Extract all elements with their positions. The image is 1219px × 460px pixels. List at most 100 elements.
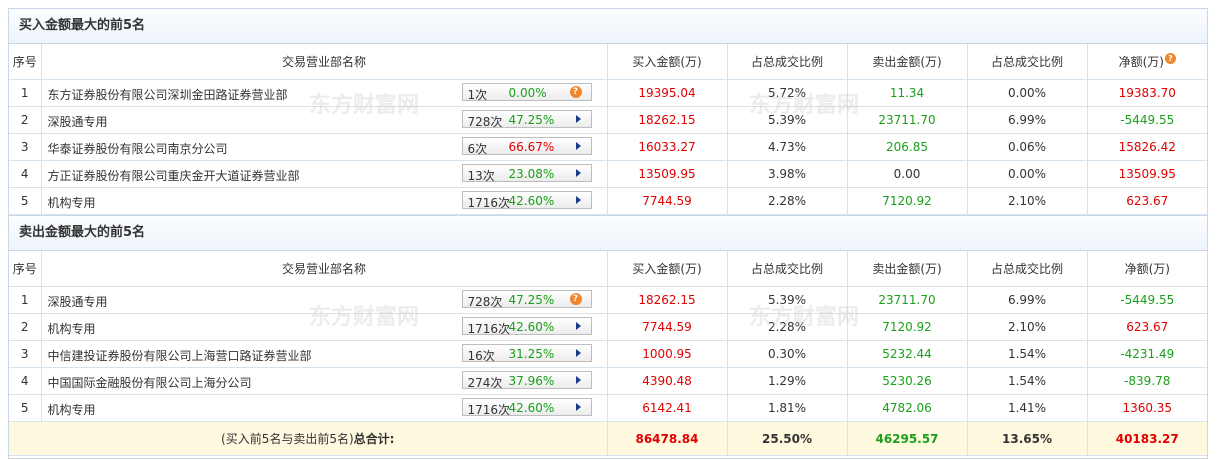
header-sell-ratio: 占总成交比例: [967, 44, 1088, 80]
buy-amount: 1000.95: [607, 340, 728, 368]
sell-table: 序号 交易营业部名称 买入金额(万) 占总成交比例 卖出金额(万) 占总成交比例…: [9, 251, 1207, 456]
buy-ratio: 0.30%: [727, 340, 848, 368]
header-name: 交易营业部名称: [41, 251, 608, 287]
win-rate: 31.25%: [508, 347, 555, 361]
right-arrow-icon[interactable]: [575, 115, 581, 123]
row-index: 2: [9, 313, 42, 341]
branch-name[interactable]: 方正证券股份有限公司重庆金开大道证券营业部: [48, 167, 300, 184]
table-row: 3 中信建投证券股份有限公司上海营口路证券营业部 16次 31.25% 1000.95 0…: [9, 340, 1207, 368]
buy-amount: 19395.04: [607, 79, 728, 107]
count-dropdown[interactable]: 1次 0.00%?: [461, 83, 592, 102]
buy-amount: 7744.59: [607, 313, 728, 341]
buy-ratio: 1.29%: [727, 367, 848, 395]
sell-amount: 5232.44: [847, 340, 968, 368]
total-net: 40183.27: [1087, 421, 1207, 456]
right-arrow-icon[interactable]: [575, 349, 581, 357]
win-rate: 23.08%: [508, 167, 555, 181]
dragon-tiger-panel: 东方财富网 东方财富网 东方财富网 东方财富网 买入金额最大的前5名 序号 交易…: [8, 8, 1208, 459]
net-amount: 15826.42: [1087, 133, 1207, 161]
branch-cell: 深股通专用 728次 47.25%?: [41, 286, 608, 314]
buy-section-title: 买入金额最大的前5名: [9, 9, 1207, 44]
branch-cell: 中信建投证券股份有限公司上海营口路证券营业部 16次 31.25%: [41, 340, 608, 368]
row-index: 5: [9, 394, 42, 422]
sell-ratio: 0.06%: [967, 133, 1088, 161]
total-buy: 86478.84: [607, 421, 728, 456]
buy-ratio: 5.72%: [727, 79, 848, 107]
branch-name[interactable]: 深股通专用: [48, 113, 108, 130]
count-dropdown[interactable]: 16次 31.25%: [461, 344, 592, 363]
buy-amount: 6142.41: [607, 394, 728, 422]
right-arrow-icon[interactable]: [575, 196, 581, 204]
count-dropdown[interactable]: 13次 23.08%: [461, 164, 592, 183]
count-label: 6次: [467, 142, 488, 156]
count-label: 13次: [467, 169, 495, 183]
count-label: 728次: [467, 115, 503, 129]
count-dropdown[interactable]: 1716次 42.60%: [461, 398, 592, 417]
table-row: 1 深股通专用 728次 47.25%? 18262.15 5.39% 23711.70 6.…: [9, 286, 1207, 314]
net-amount: 13509.95: [1087, 160, 1207, 188]
question-icon[interactable]: ?: [569, 86, 582, 98]
net-amount: 1360.35: [1087, 394, 1207, 422]
count-dropdown[interactable]: 728次 47.25%?: [461, 290, 592, 309]
header-net: 净额(万)?: [1087, 44, 1207, 80]
sell-amount: 4782.06: [847, 394, 968, 422]
branch-name[interactable]: 机构专用: [48, 194, 96, 211]
buy-amount: 7744.59: [607, 187, 728, 215]
row-index: 5: [9, 187, 42, 215]
branch-name[interactable]: 深股通专用: [48, 293, 108, 310]
header-buy-ratio: 占总成交比例: [727, 251, 848, 287]
net-amount: -839.78: [1087, 367, 1207, 395]
row-index: 4: [9, 367, 42, 395]
header-sell-ratio: 占总成交比例: [967, 251, 1088, 287]
count-dropdown[interactable]: 274次 37.96%: [461, 371, 592, 390]
total-sell-ratio: 13.65%: [967, 421, 1088, 456]
header-buy-ratio: 占总成交比例: [727, 44, 848, 80]
buy-ratio: 4.73%: [727, 133, 848, 161]
right-arrow-icon[interactable]: [575, 169, 581, 177]
sell-amount: 0.00: [847, 160, 968, 188]
buy-amount: 18262.15: [607, 286, 728, 314]
sell-ratio: 2.10%: [967, 313, 1088, 341]
row-index: 2: [9, 106, 42, 134]
table-header-row: 序号 交易营业部名称 买入金额(万) 占总成交比例 卖出金额(万) 占总成交比例…: [9, 44, 1207, 80]
right-arrow-icon[interactable]: [575, 322, 581, 330]
win-rate: 0.00%: [508, 86, 547, 100]
sell-ratio: 1.54%: [967, 367, 1088, 395]
right-arrow-icon[interactable]: [575, 403, 581, 411]
question-icon[interactable]: ?: [569, 293, 582, 305]
header-buy: 买入金额(万): [607, 44, 728, 80]
sell-amount: 23711.70: [847, 106, 968, 134]
buy-ratio: 2.28%: [727, 313, 848, 341]
branch-name[interactable]: 中国国际金融股份有限公司上海分公司: [48, 374, 252, 391]
buy-amount: 13509.95: [607, 160, 728, 188]
count-dropdown[interactable]: 6次 66.67%: [461, 137, 592, 156]
branch-cell: 深股通专用 728次 47.25%: [41, 106, 608, 134]
win-rate: 37.96%: [508, 374, 555, 388]
sell-amount: 23711.70: [847, 286, 968, 314]
right-arrow-icon[interactable]: [575, 376, 581, 384]
buy-ratio: 5.39%: [727, 106, 848, 134]
branch-cell: 东方证券股份有限公司深圳金田路证券营业部 1次 0.00%?: [41, 79, 608, 107]
count-dropdown[interactable]: 1716次 42.60%: [461, 191, 592, 210]
branch-name[interactable]: 机构专用: [48, 401, 96, 418]
branch-cell: 机构专用 1716次 42.60%: [41, 187, 608, 215]
table-row: 4 中国国际金融股份有限公司上海分公司 274次 37.96% 4390.48 1.29%…: [9, 367, 1207, 395]
branch-name[interactable]: 东方证券股份有限公司深圳金田路证券营业部: [48, 86, 288, 103]
header-sell: 卖出金额(万): [847, 251, 968, 287]
count-label: 1次: [467, 88, 488, 102]
buy-ratio: 3.98%: [727, 160, 848, 188]
right-arrow-icon[interactable]: [575, 142, 581, 150]
question-icon[interactable]: ?: [1164, 53, 1176, 64]
branch-name[interactable]: 华泰证券股份有限公司南京分公司: [48, 140, 228, 157]
header-net: 净额(万): [1087, 251, 1207, 287]
branch-name[interactable]: 中信建投证券股份有限公司上海营口路证券营业部: [48, 347, 312, 364]
net-amount: 19383.70: [1087, 79, 1207, 107]
net-amount: -5449.55: [1087, 106, 1207, 134]
branch-name[interactable]: 机构专用: [48, 320, 96, 337]
count-dropdown[interactable]: 728次 47.25%: [461, 110, 592, 129]
branch-cell: 华泰证券股份有限公司南京分公司 6次 66.67%: [41, 133, 608, 161]
buy-ratio: 1.81%: [727, 394, 848, 422]
count-dropdown[interactable]: 1716次 42.60%: [461, 317, 592, 336]
header-name: 交易营业部名称: [41, 44, 608, 80]
win-rate: 47.25%: [508, 293, 555, 307]
